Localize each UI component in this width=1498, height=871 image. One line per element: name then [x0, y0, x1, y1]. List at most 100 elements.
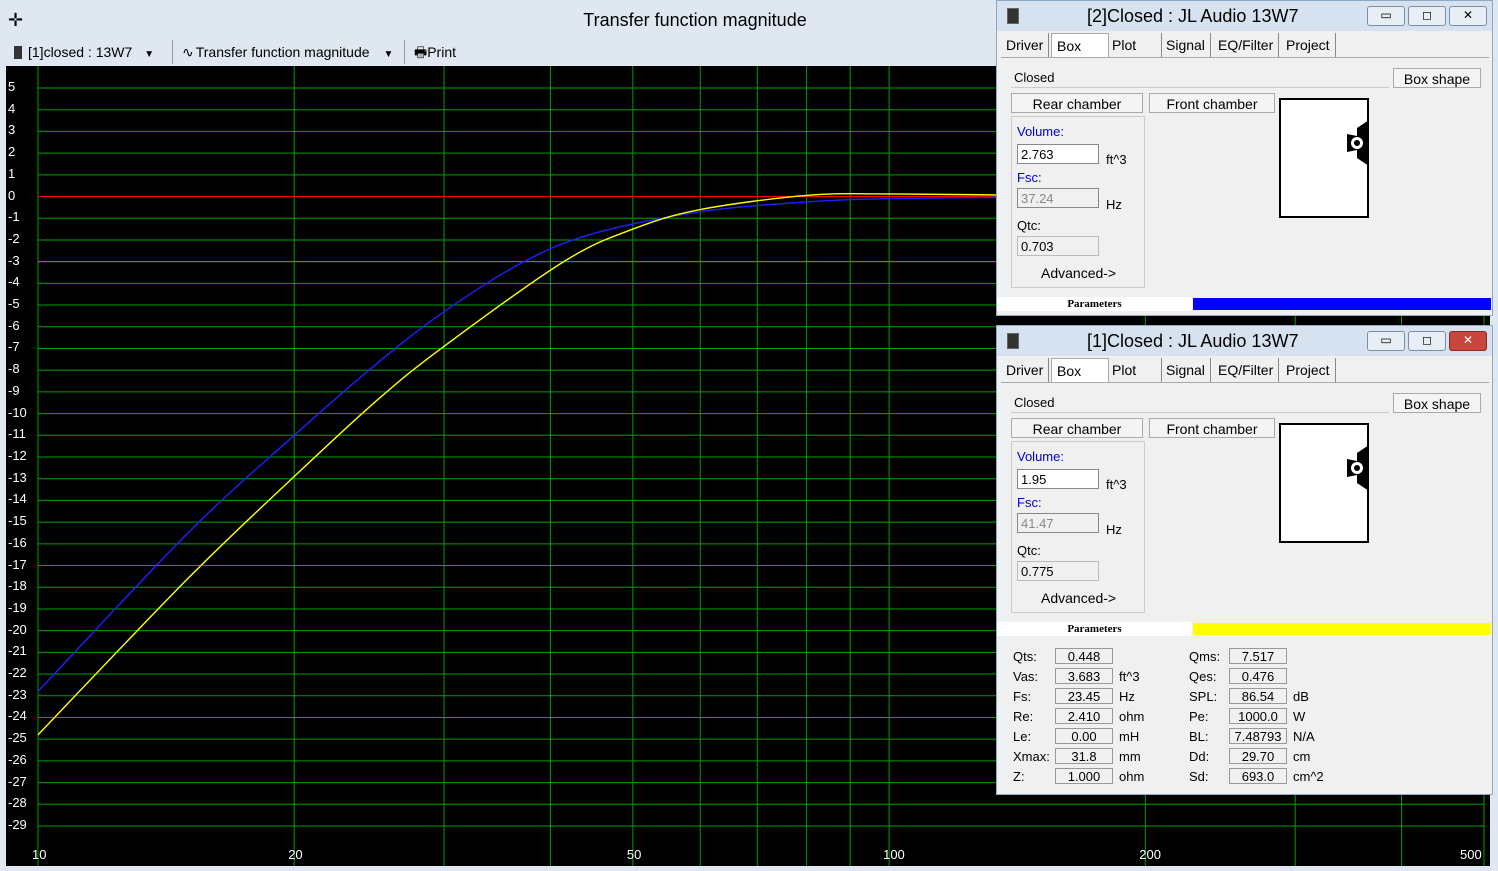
box-type-field[interactable]: Closed [1011, 393, 1389, 413]
param-value[interactable]: 7.48793 [1229, 728, 1287, 744]
param-value[interactable]: 7.517 [1229, 648, 1287, 664]
y-tick-label: -28 [8, 795, 27, 811]
minimize-button[interactable]: ▭ [1367, 6, 1405, 26]
close-button[interactable]: ✕ [1449, 6, 1487, 26]
maximize-button[interactable]: ◻ [1408, 6, 1446, 26]
y-tick-label: -3 [8, 252, 20, 268]
volume-field[interactable]: 1.95 [1017, 469, 1099, 489]
param-unit: cm^2 [1293, 769, 1324, 784]
param-value[interactable]: 23.45 [1055, 688, 1113, 704]
param-label: Qms: [1189, 649, 1221, 664]
series-color-swatch [1193, 298, 1491, 310]
tab-plot[interactable]: Plot [1107, 358, 1162, 382]
fsc-field[interactable]: 37.24 [1017, 188, 1099, 208]
tab-project[interactable]: Project [1281, 33, 1336, 57]
tab-signal[interactable]: Signal [1161, 33, 1211, 57]
front-chamber-button[interactable]: Front chamber [1149, 418, 1275, 438]
wave-icon: ∿ [182, 44, 194, 60]
series-color-swatch [1193, 623, 1491, 635]
param-value[interactable]: 0.476 [1229, 668, 1287, 684]
tab-driver[interactable]: Driver [1001, 358, 1050, 382]
y-tick-label: -4 [8, 274, 20, 290]
param-label: Xmax: [1013, 749, 1050, 764]
tab-eq-filter[interactable]: EQ/Filter [1213, 358, 1280, 382]
y-tick-label: -29 [8, 817, 27, 832]
param-value[interactable]: 3.683 [1055, 668, 1113, 684]
advanced-button[interactable]: Advanced-> [1041, 590, 1116, 606]
view-select[interactable]: ∿ Transfer function magnitude ▼ [182, 42, 393, 62]
speaker-icon [1007, 333, 1019, 349]
y-tick-label: 3 [8, 122, 16, 138]
y-tick-label: -26 [8, 751, 27, 767]
y-tick-label: -14 [8, 491, 27, 507]
print-button[interactable]: 🖶Print [414, 42, 456, 62]
param-unit: W [1293, 709, 1306, 724]
speaker-icon [14, 46, 22, 59]
param-value[interactable]: 1000.0 [1229, 708, 1287, 724]
parameters-bar[interactable]: Parameters [997, 297, 1492, 311]
project-select-label: [1]closed : 13W7 [28, 44, 133, 60]
box-shape-preview [1279, 423, 1369, 543]
param-label: Vas: [1013, 669, 1039, 684]
y-tick-label: 5 [8, 79, 16, 94]
y-tick-label: -10 [8, 404, 27, 420]
param-value[interactable]: 29.70 [1229, 748, 1287, 764]
rear-chamber-button[interactable]: Rear chamber [1011, 93, 1143, 113]
volume-field[interactable]: 2.763 [1017, 144, 1099, 164]
param-value[interactable]: 2.410 [1055, 708, 1113, 724]
tab-box[interactable]: Box [1051, 33, 1109, 58]
tab-signal[interactable]: Signal [1161, 358, 1211, 382]
window-2-title: [2]Closed : JL Audio 13W7 [1087, 6, 1299, 26]
chevron-down-icon[interactable]: ▼ [384, 49, 394, 60]
param-value[interactable]: 1.000 [1055, 768, 1113, 784]
chevron-down-icon[interactable]: ▼ [144, 49, 154, 60]
advanced-button[interactable]: Advanced-> [1041, 265, 1116, 281]
y-tick-label: -6 [8, 317, 20, 333]
front-chamber-button[interactable]: Front chamber [1149, 93, 1275, 113]
y-tick-label: -23 [8, 686, 27, 702]
printer-icon: 🖶 [414, 44, 428, 60]
param-value[interactable]: 31.8 [1055, 748, 1113, 764]
fsc-unit: Hz [1106, 197, 1122, 212]
y-tick-label: 4 [8, 100, 16, 116]
param-value[interactable]: 0.448 [1055, 648, 1113, 664]
param-label: Le: [1013, 729, 1032, 744]
param-label: Qes: [1189, 669, 1217, 684]
project-select[interactable]: [1]closed : 13W7 ▼ [14, 42, 154, 62]
y-tick-label: -18 [8, 578, 27, 594]
box-type-field[interactable]: Closed [1011, 68, 1389, 88]
y-tick-label: -15 [8, 513, 27, 529]
param-value[interactable]: 86.54 [1229, 688, 1287, 704]
tab-eq-filter[interactable]: EQ/Filter [1213, 33, 1280, 57]
tab-project[interactable]: Project [1281, 358, 1336, 382]
window-title: Transfer function magnitude [583, 10, 807, 30]
maximize-button[interactable]: ◻ [1408, 331, 1446, 351]
move-icon[interactable]: ✛ [8, 10, 23, 31]
rear-chamber-button[interactable]: Rear chamber [1011, 418, 1143, 438]
project-window-1: [1]Closed : JL Audio 13W7 ▭ ◻ ✕ Driver B… [996, 325, 1493, 795]
tab-plot[interactable]: Plot [1107, 33, 1162, 57]
fsc-unit: Hz [1106, 522, 1122, 537]
tab-driver[interactable]: Driver [1001, 33, 1050, 57]
fsc-field[interactable]: 41.47 [1017, 513, 1099, 533]
y-tick-label: -27 [8, 773, 27, 789]
speaker-icon [1347, 120, 1369, 166]
box-shape-button[interactable]: Box shape [1393, 68, 1481, 88]
minimize-button[interactable]: ▭ [1367, 331, 1405, 351]
tab-box[interactable]: Box [1051, 358, 1109, 383]
print-label: Print [427, 44, 457, 60]
param-label: Fs: [1013, 689, 1032, 704]
volume-unit: ft^3 [1106, 477, 1127, 492]
y-tick-label: -25 [8, 730, 27, 746]
param-value[interactable]: 0.00 [1055, 728, 1113, 744]
parameters-bar[interactable]: Parameters [997, 622, 1492, 636]
driver-parameters: Qts: 0.448 Vas: 3.683 ft^3 Fs: 23.45 Hz Re: 2.410… [997, 644, 1492, 794]
param-label: BL: [1189, 729, 1209, 744]
param-value[interactable]: 693.0 [1229, 768, 1287, 784]
y-tick-label: -8 [8, 361, 20, 377]
box-shape-button[interactable]: Box shape [1393, 393, 1481, 413]
parameters-label: Parameters [997, 622, 1192, 636]
param-unit: N/A [1293, 729, 1315, 744]
param-unit: dB [1293, 689, 1309, 704]
close-button[interactable]: ✕ [1449, 331, 1487, 351]
